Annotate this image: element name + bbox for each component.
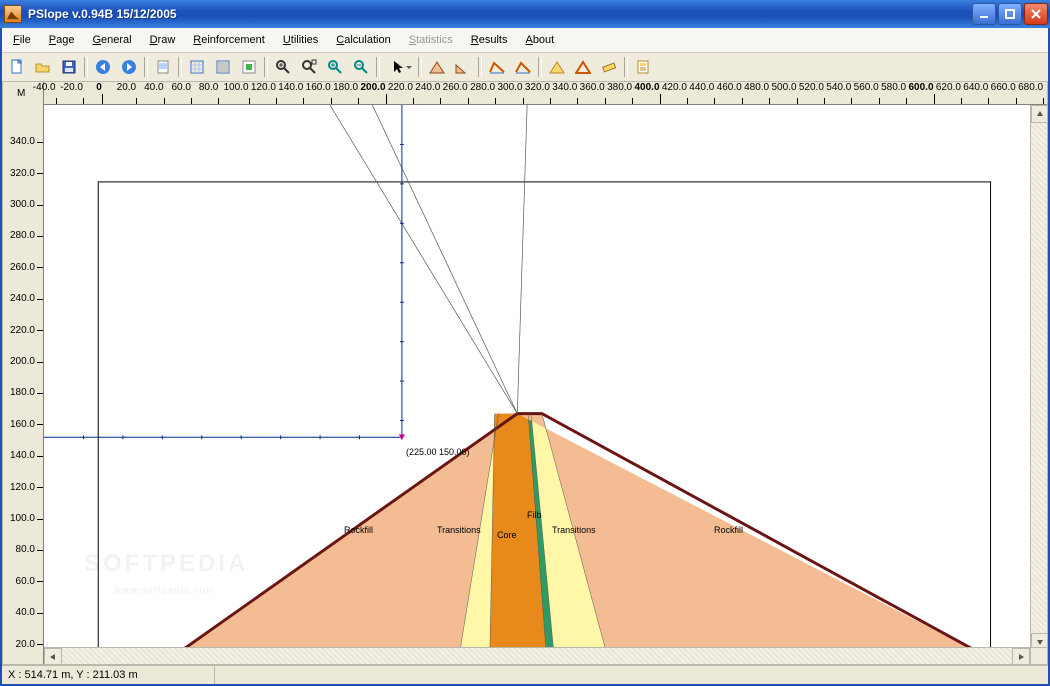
maximize-button[interactable] [998, 3, 1022, 25]
grid-toggle-button[interactable] [185, 55, 209, 79]
grid-fine-button[interactable] [211, 55, 235, 79]
measure-button[interactable] [597, 55, 621, 79]
menu-results[interactable]: Results [464, 30, 515, 50]
zoom-extents-button[interactable] [297, 55, 321, 79]
new-button[interactable] [5, 55, 29, 79]
menu-file[interactable]: File [6, 30, 38, 50]
zoom-in-button[interactable] [323, 55, 347, 79]
minimize-button[interactable] [972, 3, 996, 25]
menu-statistics: Statistics [402, 30, 460, 50]
menu-about[interactable]: About [518, 30, 561, 50]
toolbar [2, 53, 1048, 82]
menu-reinforcement[interactable]: Reinforcement [186, 30, 272, 50]
zoom-out-button[interactable] [349, 55, 373, 79]
save-button[interactable] [57, 55, 81, 79]
cursor-tool-button[interactable] [383, 55, 415, 79]
ruler-unit: M [17, 88, 25, 99]
status-coords: X : 514.71 m, Y : 211.03 m [2, 666, 215, 684]
ruler-vertical: M 020.040.060.080.0100.0120.0140.0160.01… [3, 82, 44, 664]
layer-fill-button[interactable] [545, 55, 569, 79]
menu-general[interactable]: General [85, 30, 138, 50]
scroll-up-button[interactable] [1031, 105, 1048, 123]
drawing-canvas[interactable]: SOFTPEDIA www.softpedia.com [44, 105, 1030, 647]
node-highlight-button[interactable] [237, 55, 261, 79]
ray-lines [330, 105, 527, 414]
surface-2-button[interactable] [511, 55, 535, 79]
scrollbar-horizontal[interactable] [44, 647, 1047, 664]
menu-utilities[interactable]: Utilities [276, 30, 325, 50]
slope-right-button[interactable] [451, 55, 475, 79]
zone-rockfill-left [165, 414, 517, 647]
surface-1-button[interactable] [485, 55, 509, 79]
cross-section-svg [44, 105, 1030, 647]
open-button[interactable] [31, 55, 55, 79]
menu-bar: File Page General Draw Reinforcement Uti… [2, 28, 1048, 53]
workspace: M 020.040.060.080.0100.0120.0140.0160.01… [2, 82, 1048, 665]
report-button[interactable] [631, 55, 655, 79]
title-bar: PSlope v.0.94B 15/12/2005 [0, 0, 1050, 28]
page-setup-button[interactable] [151, 55, 175, 79]
layer-outline-button[interactable] [571, 55, 595, 79]
ruler-horizontal: -40.0-20.0020.040.060.080.0100.0120.0140… [44, 82, 1047, 105]
menu-calculation[interactable]: Calculation [329, 30, 397, 50]
nav-fwd-button[interactable] [117, 55, 141, 79]
zoom-window-button[interactable] [271, 55, 295, 79]
nav-back-button[interactable] [91, 55, 115, 79]
scrollbar-vertical[interactable] [1030, 105, 1047, 647]
close-button[interactable] [1024, 3, 1048, 25]
scroll-left-button[interactable] [44, 648, 62, 665]
menu-draw[interactable]: Draw [143, 30, 183, 50]
menu-page[interactable]: Page [42, 30, 82, 50]
app-icon [4, 5, 22, 23]
scroll-right-button[interactable] [1012, 648, 1030, 665]
window-title: PSlope v.0.94B 15/12/2005 [28, 7, 972, 21]
status-bar: X : 514.71 m, Y : 211.03 m [2, 665, 1048, 684]
slope-left-button[interactable] [425, 55, 449, 79]
